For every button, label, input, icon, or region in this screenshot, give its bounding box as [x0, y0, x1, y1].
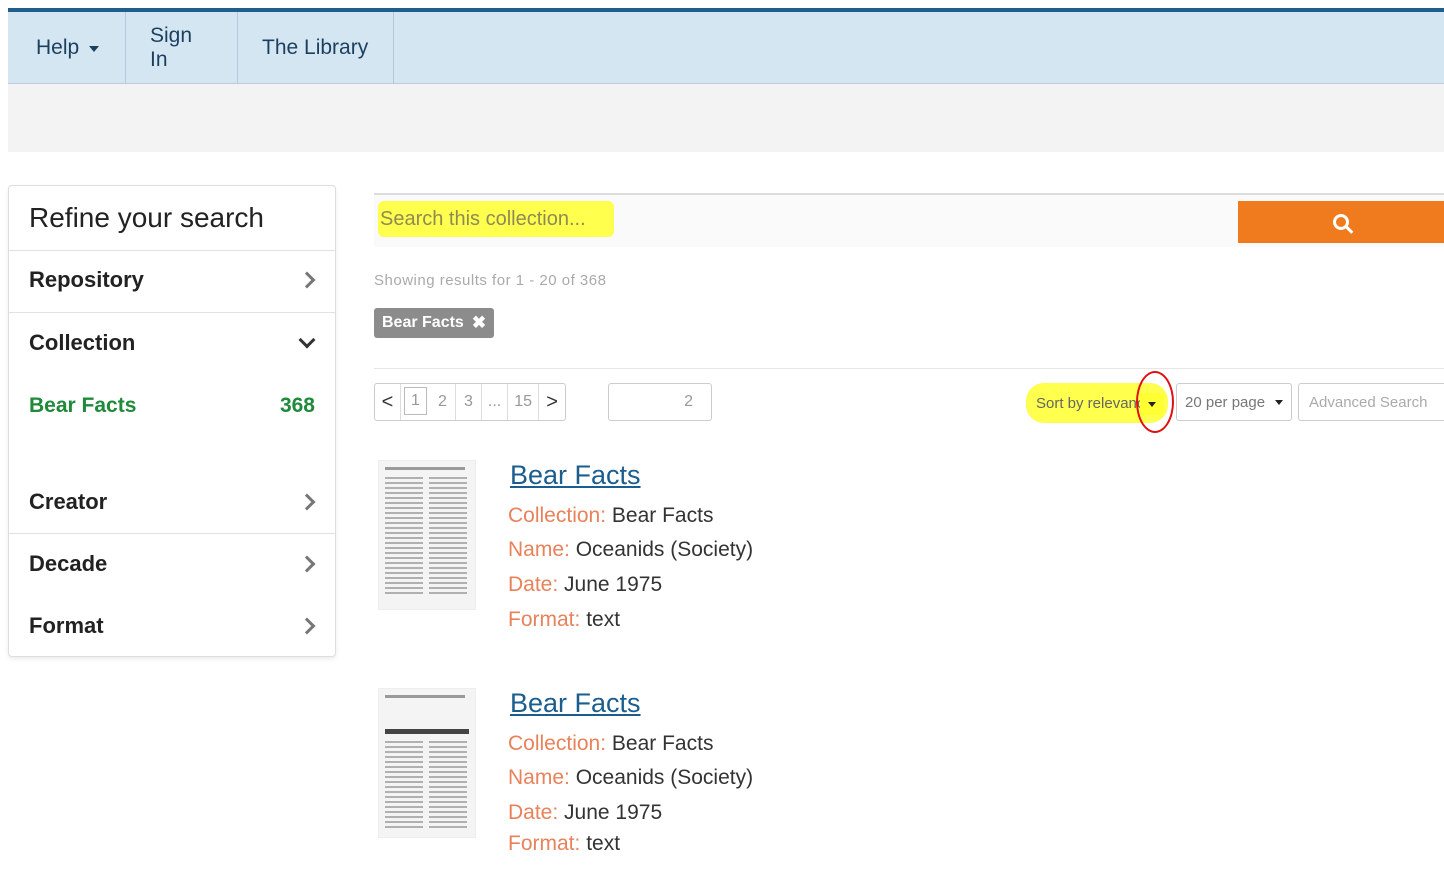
- result-thumbnail[interactable]: [378, 460, 476, 610]
- header-band: [8, 84, 1444, 152]
- page-ellipsis: ...: [482, 384, 509, 420]
- advanced-search-label: Advanced Search: [1309, 393, 1428, 411]
- page-button[interactable]: 15: [508, 384, 540, 420]
- help-label: Help: [36, 36, 80, 59]
- results-summary: Showing results for 1 - 20 of 368: [374, 272, 607, 289]
- chevron-down-icon: [298, 331, 316, 348]
- facet-label: Decade: [29, 550, 108, 576]
- result-title-link[interactable]: Bear Facts: [510, 460, 641, 491]
- search-input[interactable]: [378, 201, 614, 237]
- the-library-link[interactable]: The Library: [238, 12, 394, 84]
- prev-page-button[interactable]: <: [375, 384, 401, 420]
- facet-creator[interactable]: Creator: [9, 472, 335, 532]
- help-menu[interactable]: Help: [8, 12, 126, 84]
- facet-value-count: 368: [279, 394, 315, 417]
- refine-sidebar: Refine your search Repository Collection…: [8, 185, 336, 657]
- sidebar-title: Refine your search: [9, 186, 335, 251]
- facet-collection[interactable]: Collection: [9, 312, 335, 372]
- field-label: Name:: [508, 766, 570, 789]
- field-label: Date:: [508, 801, 559, 824]
- facet-value-label: Bear Facts: [29, 394, 137, 417]
- search-bar: [374, 193, 1444, 247]
- active-filter-label: Bear Facts: [382, 314, 464, 331]
- advanced-search-button[interactable]: Advanced Search: [1298, 383, 1444, 421]
- divider: [374, 368, 1444, 369]
- facet-decade[interactable]: Decade: [9, 533, 335, 593]
- field-label: Format:: [508, 608, 581, 631]
- chevron-right-icon: [298, 555, 316, 572]
- field-label: Collection:: [508, 732, 607, 755]
- result-field: Format: text: [508, 832, 620, 856]
- field-value: June 1975: [564, 801, 663, 824]
- result-field: Name: Oceanids (Society): [508, 538, 753, 562]
- facet-label: Creator: [29, 489, 108, 514]
- caret-down-icon: [89, 46, 100, 52]
- result-item: Bear Facts Collection: Bear Facts Name: …: [374, 460, 1274, 660]
- sign-in-link[interactable]: Sign In: [126, 12, 238, 84]
- result-field: Date: June 1975: [508, 573, 662, 597]
- field-label: Collection:: [508, 504, 607, 527]
- result-field: Collection: Bear Facts: [508, 732, 713, 756]
- search-icon: [1333, 214, 1349, 230]
- per-page-select[interactable]: 20 per page: [1176, 383, 1292, 421]
- field-value: Oceanids (Society): [575, 766, 754, 789]
- facet-label: Collection: [29, 329, 136, 355]
- caret-down-icon: [1275, 399, 1284, 405]
- result-field: Name: Oceanids (Society): [508, 766, 753, 790]
- chevron-right-icon: [298, 617, 316, 635]
- facet-label: Repository: [29, 267, 144, 292]
- sign-in-label: Sign In: [150, 24, 193, 71]
- active-filter-tag[interactable]: Bear Facts ✖: [374, 308, 495, 338]
- field-value: June 1975: [564, 573, 663, 596]
- search-button[interactable]: [1238, 201, 1444, 243]
- result-item: Bear Facts Collection: Bear Facts Name: …: [374, 688, 1274, 888]
- facet-label: Format: [29, 613, 104, 638]
- result-field: Collection: Bear Facts: [508, 504, 713, 528]
- chevron-right-icon: [298, 271, 316, 289]
- field-label: Name:: [508, 538, 570, 561]
- facet-value-bear-facts[interactable]: Bear Facts 368: [9, 386, 335, 426]
- field-value: text: [586, 608, 621, 631]
- per-page-label: 20 per page: [1185, 393, 1266, 411]
- next-page-button[interactable]: >: [539, 384, 565, 420]
- annotation-circle: [1136, 371, 1174, 433]
- result-title-link[interactable]: Bear Facts: [510, 688, 641, 719]
- facet-repository[interactable]: Repository: [9, 250, 335, 310]
- facet-format[interactable]: Format: [9, 596, 335, 656]
- close-icon[interactable]: ✖: [472, 313, 486, 333]
- field-value: Oceanids (Society): [575, 538, 754, 561]
- result-thumbnail[interactable]: [378, 688, 476, 838]
- page-button[interactable]: 2: [430, 384, 456, 420]
- field-value: Bear Facts: [611, 504, 714, 527]
- field-value: Bear Facts: [611, 732, 714, 755]
- pagination: < 1 2 3 ... 15 >: [374, 383, 567, 421]
- chevron-right-icon: [298, 493, 316, 511]
- page-button[interactable]: 3: [456, 384, 482, 420]
- field-label: Date:: [508, 573, 559, 596]
- page-jump-input[interactable]: [608, 383, 712, 421]
- result-field: Date: June 1975: [508, 801, 662, 825]
- top-nav-bar: Help Sign In The Library: [8, 8, 1444, 84]
- result-field: Format: text: [508, 608, 620, 632]
- page-button[interactable]: 1: [404, 387, 427, 415]
- the-library-label: The Library: [262, 36, 369, 59]
